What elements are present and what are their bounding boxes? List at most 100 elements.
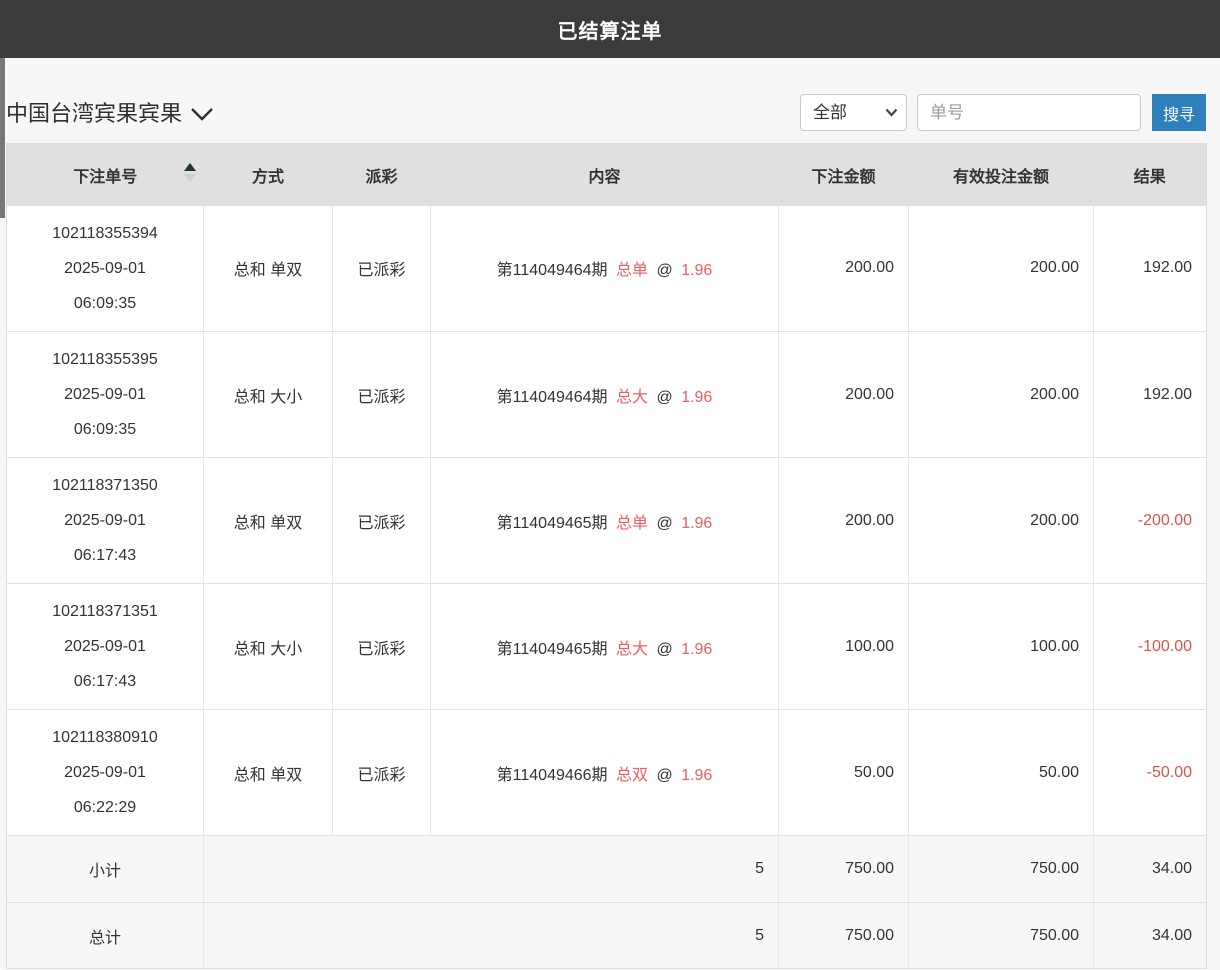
total-bet-amount: 750.00 xyxy=(779,903,909,969)
method-cell: 总和 单双 xyxy=(204,458,333,584)
table-row: 102118380910 2025-09-01 06:22:29 总和 单双 已… xyxy=(7,710,1207,836)
bet-pick: 总单 xyxy=(616,262,648,279)
column-header-content: 内容 xyxy=(431,144,779,206)
draw-period: 第114049465期 xyxy=(497,641,608,658)
method-cell: 总和 大小 xyxy=(204,332,333,458)
bet-pick: 总大 xyxy=(616,389,648,406)
at-symbol: @ xyxy=(656,767,672,784)
valid-amount: 100.00 xyxy=(909,584,1094,710)
content-cell: 第114049465期 总大 @ 1.96 xyxy=(431,584,779,710)
chevron-down-icon xyxy=(190,107,214,122)
order-cell: 102118355394 2025-09-01 06:09:35 xyxy=(7,206,204,332)
at-symbol: @ xyxy=(656,641,672,658)
table-row: 102118355395 2025-09-01 06:09:35 总和 大小 已… xyxy=(7,332,1207,458)
order-cell: 102118380910 2025-09-01 06:22:29 xyxy=(7,710,204,836)
bet-pick: 总单 xyxy=(616,515,648,532)
method-cell: 总和 单双 xyxy=(204,206,333,332)
order-cell: 102118371351 2025-09-01 06:17:43 xyxy=(7,584,204,710)
bet-amount: 200.00 xyxy=(779,332,909,458)
bet-time: 06:17:43 xyxy=(7,538,203,573)
payout-cell: 已派彩 xyxy=(333,206,431,332)
bet-amount: 100.00 xyxy=(779,584,909,710)
page: 已结算注单 中国台湾宾果宾果 全部 搜寻 下注单号 xyxy=(0,0,1220,970)
valid-amount: 200.00 xyxy=(909,206,1094,332)
table-header-row: 下注单号 方式 派彩 内容 下注金额 有效投注金额 结果 xyxy=(7,144,1207,206)
draw-period: 第114049465期 xyxy=(497,515,608,532)
method-cell: 总和 单双 xyxy=(204,710,333,836)
column-header-result: 结果 xyxy=(1094,144,1207,206)
filter-select-wrap: 全部 xyxy=(800,94,907,131)
odds-value: 1.96 xyxy=(681,389,712,406)
order-number: 102118371351 xyxy=(7,594,203,629)
subtotal-label: 小计 xyxy=(7,836,204,903)
bet-time: 06:22:29 xyxy=(7,790,203,825)
odds-value: 1.96 xyxy=(681,262,712,279)
odds-value: 1.96 xyxy=(681,767,712,784)
payout-cell: 已派彩 xyxy=(333,332,431,458)
bet-amount: 200.00 xyxy=(779,206,909,332)
table-row: 102118371351 2025-09-01 06:17:43 总和 大小 已… xyxy=(7,584,1207,710)
order-cell: 102118355395 2025-09-01 06:09:35 xyxy=(7,332,204,458)
order-number: 102118380910 xyxy=(7,720,203,755)
search-button[interactable]: 搜寻 xyxy=(1152,94,1206,131)
subtotal-result: 34.00 xyxy=(1094,836,1207,903)
column-header-order[interactable]: 下注单号 xyxy=(7,144,204,206)
result-amount: -50.00 xyxy=(1094,710,1207,836)
total-result: 34.00 xyxy=(1094,903,1207,969)
subtotal-row: 小计 5 750.00 750.00 34.00 xyxy=(7,836,1207,903)
total-row: 总计 5 750.00 750.00 34.00 xyxy=(7,903,1207,969)
total-valid-amount: 750.00 xyxy=(909,903,1094,969)
bet-amount: 50.00 xyxy=(779,710,909,836)
content-cell: 第114049466期 总双 @ 1.96 xyxy=(431,710,779,836)
bet-date: 2025-09-01 xyxy=(7,755,203,790)
bet-pick: 总双 xyxy=(616,767,648,784)
odds-value: 1.96 xyxy=(681,515,712,532)
content-cell: 第114049465期 总单 @ 1.96 xyxy=(431,458,779,584)
sort-icon[interactable] xyxy=(184,163,196,182)
order-number: 102118371350 xyxy=(7,468,203,503)
page-title: 已结算注单 xyxy=(558,15,663,44)
order-number: 102118355395 xyxy=(7,342,203,377)
order-cell: 102118371350 2025-09-01 06:17:43 xyxy=(7,458,204,584)
method-cell: 总和 大小 xyxy=(204,584,333,710)
total-label: 总计 xyxy=(7,903,204,969)
total-count: 5 xyxy=(204,903,779,969)
at-symbol: @ xyxy=(656,389,672,406)
valid-amount: 200.00 xyxy=(909,332,1094,458)
subtotal-valid-amount: 750.00 xyxy=(909,836,1094,903)
subtotal-count: 5 xyxy=(204,836,779,903)
result-amount: -100.00 xyxy=(1094,584,1207,710)
table-row: 102118371350 2025-09-01 06:17:43 总和 单双 已… xyxy=(7,458,1207,584)
title-bar: 已结算注单 xyxy=(0,0,1220,58)
settled-bets-table: 下注单号 方式 派彩 内容 下注金额 有效投注金额 结果 10211835539… xyxy=(6,143,1207,969)
column-header-bet-amount: 下注金额 xyxy=(779,144,909,206)
bet-pick: 总大 xyxy=(616,641,648,658)
draw-period: 第114049466期 xyxy=(497,767,608,784)
result-amount: 192.00 xyxy=(1094,332,1207,458)
at-symbol: @ xyxy=(656,262,672,279)
bet-date: 2025-09-01 xyxy=(7,377,203,412)
sort-asc-icon xyxy=(184,163,196,171)
column-header-method: 方式 xyxy=(204,144,333,206)
column-header-valid-amount: 有效投注金额 xyxy=(909,144,1094,206)
payout-cell: 已派彩 xyxy=(333,710,431,836)
game-selector-label: 中国台湾宾果宾果 xyxy=(6,96,182,128)
draw-period: 第114049464期 xyxy=(497,262,608,279)
filter-select[interactable]: 全部 xyxy=(800,94,907,131)
bet-date: 2025-09-01 xyxy=(7,629,203,664)
bet-time: 06:17:43 xyxy=(7,664,203,699)
bet-date: 2025-09-01 xyxy=(7,251,203,286)
content-cell: 第114049464期 总单 @ 1.96 xyxy=(431,206,779,332)
payout-cell: 已派彩 xyxy=(333,584,431,710)
draw-period: 第114049464期 xyxy=(497,389,608,406)
result-amount: -200.00 xyxy=(1094,458,1207,584)
subtotal-bet-amount: 750.00 xyxy=(779,836,909,903)
bet-time: 06:09:35 xyxy=(7,286,203,321)
left-scrollbar-thumb[interactable] xyxy=(0,58,5,218)
bet-time: 06:09:35 xyxy=(7,412,203,447)
order-number-input[interactable] xyxy=(917,94,1141,131)
at-symbol: @ xyxy=(656,515,672,532)
table-row: 102118355394 2025-09-01 06:09:35 总和 单双 已… xyxy=(7,206,1207,332)
game-selector[interactable]: 中国台湾宾果宾果 xyxy=(6,96,214,128)
valid-amount: 200.00 xyxy=(909,458,1094,584)
